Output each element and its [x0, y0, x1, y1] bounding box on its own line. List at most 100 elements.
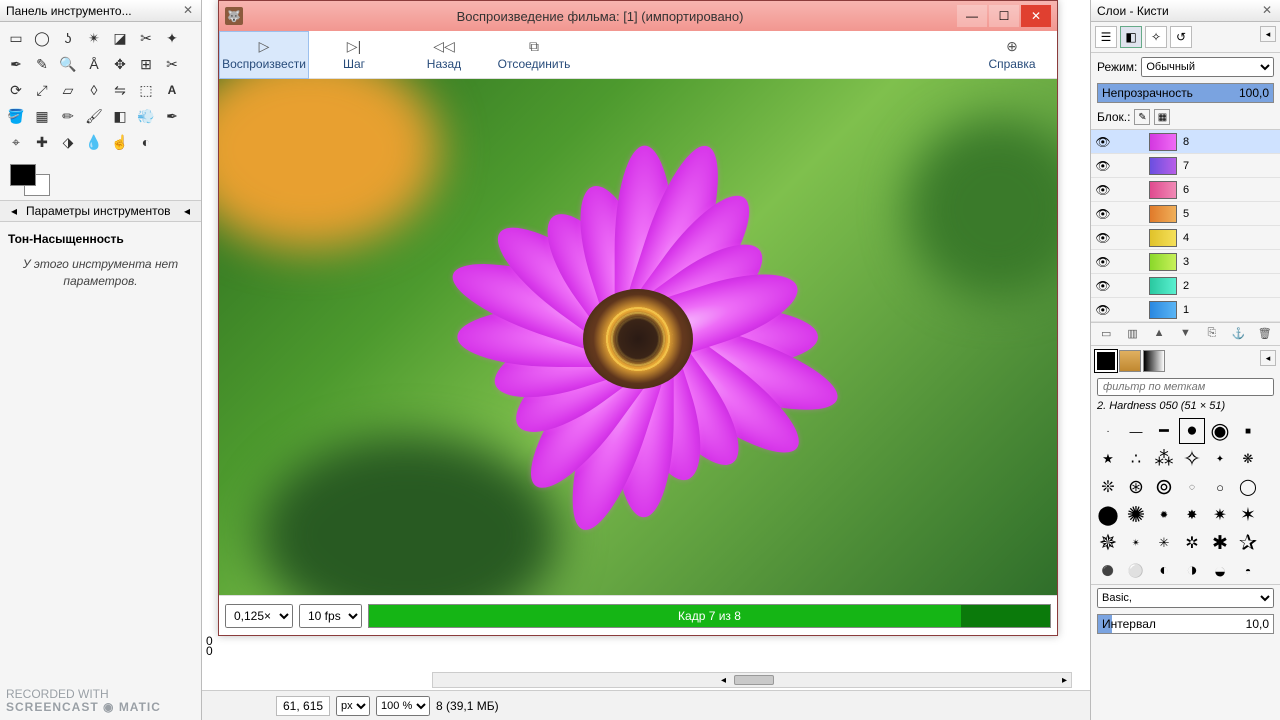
collapse-icon[interactable]: ◂	[6, 204, 22, 218]
brush-preset[interactable]: —	[1123, 418, 1149, 444]
brushes-tab[interactable]	[1095, 350, 1117, 372]
new-layer-icon[interactable]: ▭	[1099, 327, 1113, 341]
layer-row[interactable]: 👁2	[1091, 274, 1280, 298]
maximize-button[interactable]: ☐	[989, 5, 1019, 27]
brush-preset[interactable]: ✴	[1123, 530, 1149, 556]
clone-tool[interactable]: ⌖	[4, 130, 28, 154]
lasso-tool[interactable]: ʖ	[56, 26, 80, 50]
move-tool[interactable]: ✥	[108, 52, 132, 76]
brush-preset[interactable]: ◐	[1151, 558, 1177, 584]
brush-preset[interactable]: ·	[1095, 418, 1121, 444]
brush-menu-icon[interactable]: ◂	[1260, 350, 1276, 366]
fuzzy-select-tool[interactable]: ✴	[82, 26, 106, 50]
brush-preset[interactable]: ⊚	[1151, 474, 1177, 500]
airbrush-tool[interactable]: 💨	[134, 104, 158, 128]
brush-preset[interactable]: ✳	[1151, 530, 1177, 556]
brush-preset[interactable]: ✰	[1235, 530, 1261, 556]
brush-preset[interactable]: ⁂	[1151, 446, 1177, 472]
layer-row[interactable]: 👁6	[1091, 178, 1280, 202]
step-button[interactable]: ▷| Шаг	[309, 31, 399, 79]
brush-preset[interactable]: ◓	[1235, 558, 1261, 584]
brush-filter-input[interactable]	[1097, 378, 1274, 396]
fps-select[interactable]: 10 fps	[299, 604, 362, 628]
brush-set-select[interactable]: Basic,	[1097, 588, 1274, 608]
brush-preset[interactable]: ●	[1179, 418, 1205, 444]
playback-titlebar[interactable]: 🐺 Воспроизведение фильма: [1] (импортиро…	[219, 1, 1057, 31]
brush-preset[interactable]: ✷	[1207, 502, 1233, 528]
color-picker-tool[interactable]: ✎	[30, 52, 54, 76]
zoom-tool[interactable]: 🔍	[56, 52, 80, 76]
layers-tab[interactable]: ☰	[1095, 26, 1117, 48]
detach-button[interactable]: ⧉ Отсоединить	[489, 31, 579, 79]
horizontal-scrollbar[interactable]: ◂ ▸	[432, 672, 1072, 688]
delete-layer-icon[interactable]: 🗑	[1258, 327, 1272, 341]
brush-preset[interactable]: ◒	[1207, 558, 1233, 584]
layer-row[interactable]: 👁7	[1091, 154, 1280, 178]
unit-select[interactable]: px	[336, 696, 370, 716]
visibility-icon[interactable]: 👁	[1095, 231, 1111, 245]
brush-preset[interactable]: ◉	[1207, 418, 1233, 444]
scroll-left-icon[interactable]: ◂	[717, 675, 730, 686]
dodge-burn-tool[interactable]: ◐	[134, 130, 158, 154]
brush-preset[interactable]: ✦	[1207, 446, 1233, 472]
perspective-clone-tool[interactable]: ⬗	[56, 130, 80, 154]
rect-select-tool[interactable]: ▭	[4, 26, 28, 50]
brush-preset[interactable]: ∴	[1123, 446, 1149, 472]
flip-tool[interactable]: ⇋	[108, 78, 132, 102]
zoom-select[interactable]: 100 %	[376, 696, 430, 716]
brush-preset[interactable]: ◌	[1179, 474, 1205, 500]
pencil-tool[interactable]: ✏	[56, 104, 80, 128]
brush-preset[interactable]: ■	[1235, 418, 1261, 444]
by-color-select-tool[interactable]: ◪	[108, 26, 132, 50]
scroll-right-icon[interactable]: ▸	[1058, 675, 1071, 686]
layer-row[interactable]: 👁3	[1091, 250, 1280, 274]
visibility-icon[interactable]: 👁	[1095, 183, 1111, 197]
brush-preset[interactable]: ⬤	[1095, 502, 1121, 528]
play-button[interactable]: ▷ Воспроизвести	[219, 31, 309, 79]
paths-tab[interactable]: ✧	[1145, 26, 1167, 48]
brush-preset[interactable]: ⚪	[1123, 558, 1149, 584]
brush-preset[interactable]: ◑	[1179, 558, 1205, 584]
blur-tool[interactable]: 💧	[82, 130, 106, 154]
align-tool[interactable]: ⊞	[134, 52, 158, 76]
ellipse-select-tool[interactable]: ◯	[30, 26, 54, 50]
interval-slider[interactable]: Интервал 10,0	[1097, 614, 1274, 634]
visibility-icon[interactable]: 👁	[1095, 159, 1111, 173]
brush-preset[interactable]: ◯	[1235, 474, 1261, 500]
cage-tool[interactable]: ⬚	[134, 78, 158, 102]
scissors-tool[interactable]: ✂	[134, 26, 158, 50]
perspective-tool[interactable]: ◊	[82, 78, 106, 102]
opacity-slider[interactable]: Непрозрачность 100,0	[1097, 83, 1274, 103]
layer-row[interactable]: 👁8	[1091, 130, 1280, 154]
lock-pixels-icon[interactable]: ✎	[1134, 109, 1150, 125]
paintbrush-tool[interactable]: 🖌	[82, 104, 106, 128]
anchor-layer-icon[interactable]: ⚓	[1231, 327, 1245, 341]
close-button[interactable]: ✕	[1021, 5, 1051, 27]
measure-tool[interactable]: Å	[82, 52, 106, 76]
foreground-select-tool[interactable]: ✦	[160, 26, 184, 50]
scale-tool[interactable]: ⤢	[30, 78, 54, 102]
brush-preset[interactable]: ★	[1095, 446, 1121, 472]
brush-preset[interactable]: ○	[1207, 474, 1233, 500]
zoom-select[interactable]: 0,125×	[225, 604, 293, 628]
lower-layer-icon[interactable]: ▼	[1178, 327, 1192, 341]
heal-tool[interactable]: ✚	[30, 130, 54, 154]
fg-color-swatch[interactable]	[10, 164, 36, 186]
brush-preset[interactable]: ✧	[1179, 446, 1205, 472]
channels-tab[interactable]: ◧	[1120, 26, 1142, 48]
brush-preset[interactable]: ✲	[1179, 530, 1205, 556]
tab-menu-icon[interactable]: ◂	[1260, 26, 1276, 42]
minimize-button[interactable]: —	[957, 5, 987, 27]
brush-preset[interactable]: ✹	[1151, 502, 1177, 528]
layer-row[interactable]: 👁1	[1091, 298, 1280, 322]
fg-bg-swatch[interactable]	[10, 164, 50, 194]
duplicate-layer-icon[interactable]: ⎘	[1205, 327, 1219, 341]
smudge-tool[interactable]: ☝	[108, 130, 132, 154]
layer-row[interactable]: 👁4	[1091, 226, 1280, 250]
close-icon[interactable]: ✕	[1260, 4, 1274, 18]
rotate-tool[interactable]: ⟳	[4, 78, 28, 102]
undo-tab[interactable]: ↺	[1170, 26, 1192, 48]
back-button[interactable]: ◁◁ Назад	[399, 31, 489, 79]
brush-preset[interactable]: ✺	[1123, 502, 1149, 528]
paths-tool[interactable]: ✒	[4, 52, 28, 76]
